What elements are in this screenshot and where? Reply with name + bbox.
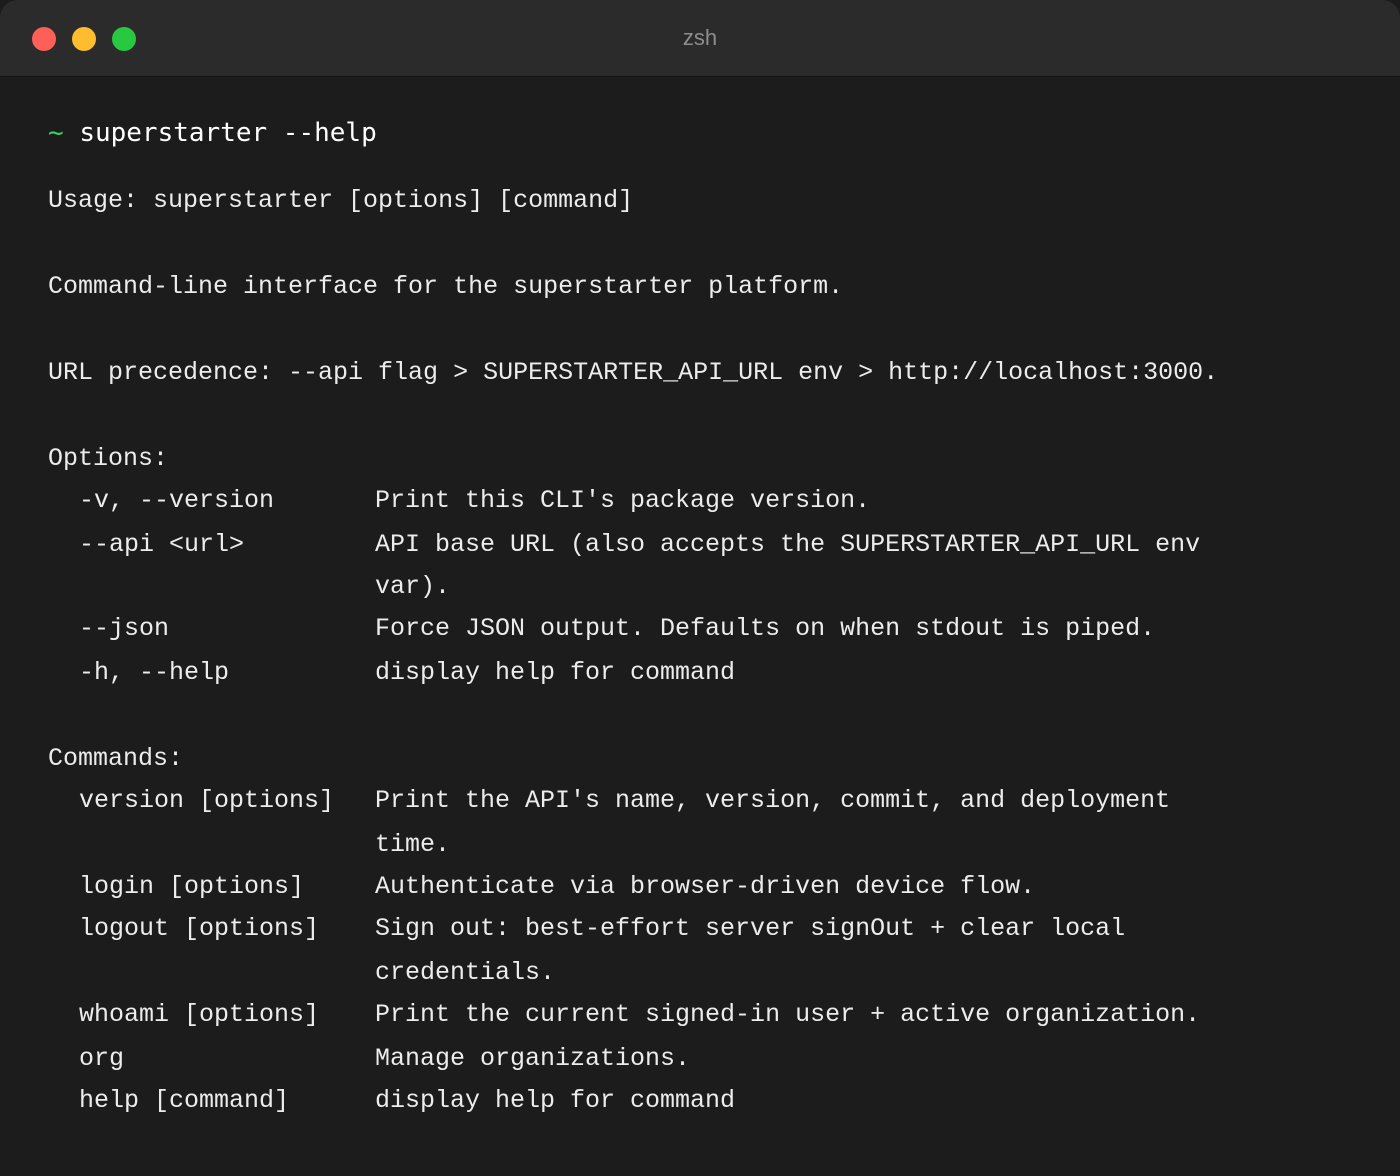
- command-description-cont: time.: [375, 830, 451, 859]
- description-line: Command-line interface for the superstar…: [48, 272, 844, 301]
- option-flag: --json: [79, 614, 170, 643]
- option-description: display help for command: [375, 658, 736, 687]
- command-description: Authenticate via browser-driven device f…: [375, 872, 1036, 901]
- option-flag: -h, --help: [79, 658, 230, 687]
- url-precedence-line: URL precedence: --api flag > SUPERSTARTE…: [48, 358, 1219, 387]
- window-title: zsh: [682, 25, 718, 50]
- option-flag: --api <url>: [79, 530, 245, 559]
- title-bar[interactable]: zsh: [0, 0, 1400, 77]
- prompt-symbol: ~: [48, 118, 64, 148]
- command-name: help [command]: [79, 1086, 290, 1115]
- options-header: Options:: [48, 444, 169, 473]
- prompt-line: ~ superstarter --help: [48, 112, 377, 154]
- option-description: Print this CLI's package version.: [375, 486, 871, 515]
- command-name: whoami [options]: [79, 1000, 320, 1029]
- command-description: Sign out: best-effort server signOut + c…: [375, 914, 1126, 943]
- prompt-command: superstarter --help: [79, 118, 377, 148]
- command-description: display help for command: [375, 1086, 736, 1115]
- option-description: API base URL (also accepts the SUPERSTAR…: [375, 530, 1201, 559]
- option-description: Force JSON output. Defaults on when stdo…: [375, 614, 1156, 643]
- command-description: Print the current signed-in user + activ…: [375, 1000, 1201, 1029]
- option-description-cont: var).: [375, 572, 451, 601]
- command-name: version [options]: [79, 786, 335, 815]
- command-name: logout [options]: [79, 914, 320, 943]
- command-name: login [options]: [79, 872, 305, 901]
- command-name: org: [79, 1044, 125, 1073]
- terminal-window: zsh ~ superstarter --help Usage: superst…: [0, 0, 1400, 1176]
- command-description: Manage organizations.: [375, 1044, 691, 1073]
- commands-header: Commands:: [48, 744, 184, 773]
- command-description-cont: credentials.: [375, 958, 556, 987]
- usage-line: Usage: superstarter [options] [command]: [48, 186, 634, 215]
- command-description: Print the API's name, version, commit, a…: [375, 786, 1171, 815]
- option-flag: -v, --version: [79, 486, 275, 515]
